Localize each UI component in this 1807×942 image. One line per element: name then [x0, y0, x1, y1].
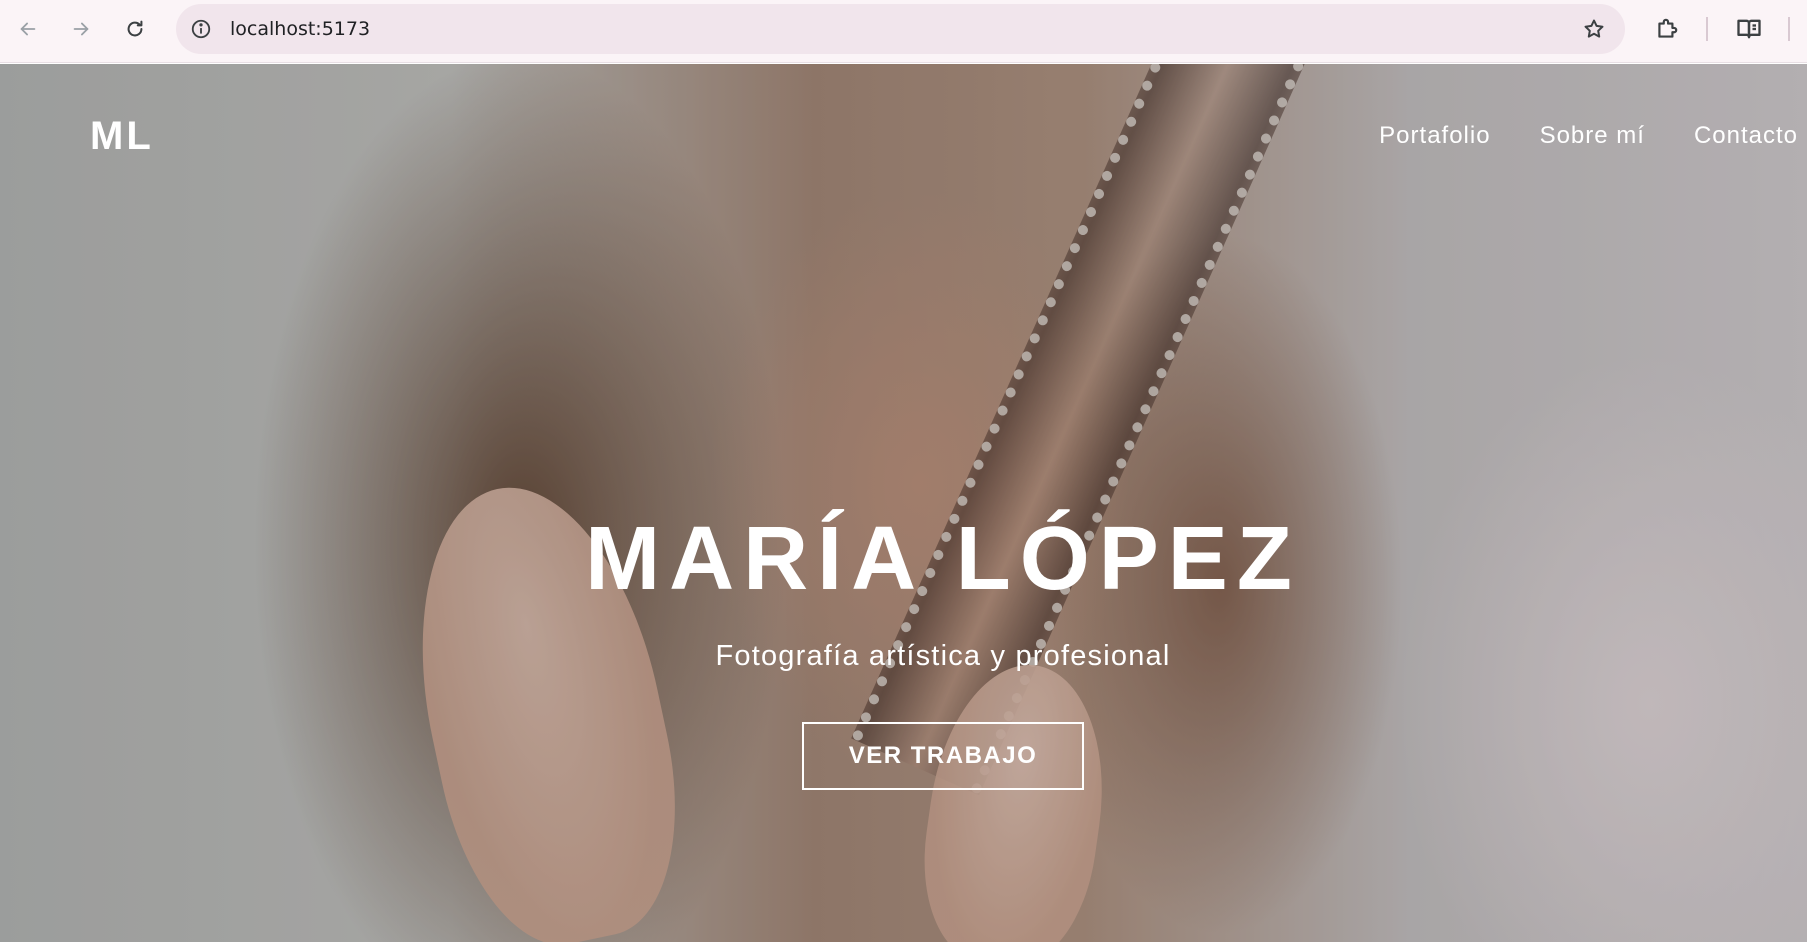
hero-subtitle: Fotografía artística y profesional — [715, 640, 1171, 672]
browser-toolbar: localhost:5173 — [0, 0, 1807, 63]
reading-mode-button[interactable] — [1732, 12, 1766, 46]
extensions-button[interactable] — [1650, 12, 1684, 46]
arrow-right-icon — [73, 22, 89, 36]
back-button[interactable] — [9, 10, 47, 48]
view-work-button[interactable]: VER TRABAJO — [802, 722, 1084, 790]
hero-overlay — [0, 64, 1807, 942]
hero-background-photo — [0, 64, 1807, 942]
arrow-left-icon — [20, 22, 36, 36]
toolbar-divider — [1706, 17, 1708, 41]
toolbar-divider — [1788, 17, 1790, 41]
reload-button[interactable] — [116, 10, 154, 48]
info-icon — [191, 19, 211, 39]
site-info-button[interactable] — [188, 16, 214, 42]
puzzle-icon — [1658, 18, 1678, 38]
url-text[interactable]: localhost:5173 — [230, 4, 370, 54]
main-nav: Portafolio Sobre mí Contacto — [1379, 122, 1798, 150]
hero-title: MARÍA LÓPEZ — [585, 509, 1301, 609]
nav-item-portafolio[interactable]: Portafolio — [1379, 122, 1490, 150]
nav-item-sobre-mi[interactable]: Sobre mí — [1540, 122, 1645, 150]
forward-button[interactable] — [62, 10, 100, 48]
site-logo[interactable]: ML — [90, 114, 154, 159]
reload-icon — [127, 20, 143, 37]
star-icon — [1584, 19, 1604, 38]
reading-mode-icon — [1737, 19, 1761, 39]
bookmark-button[interactable] — [1581, 16, 1607, 42]
nav-item-contacto[interactable]: Contacto — [1694, 122, 1798, 150]
address-bar[interactable]: localhost:5173 — [176, 4, 1625, 54]
hero-section: ML Portafolio Sobre mí Contacto MARÍA LÓ… — [0, 64, 1807, 942]
